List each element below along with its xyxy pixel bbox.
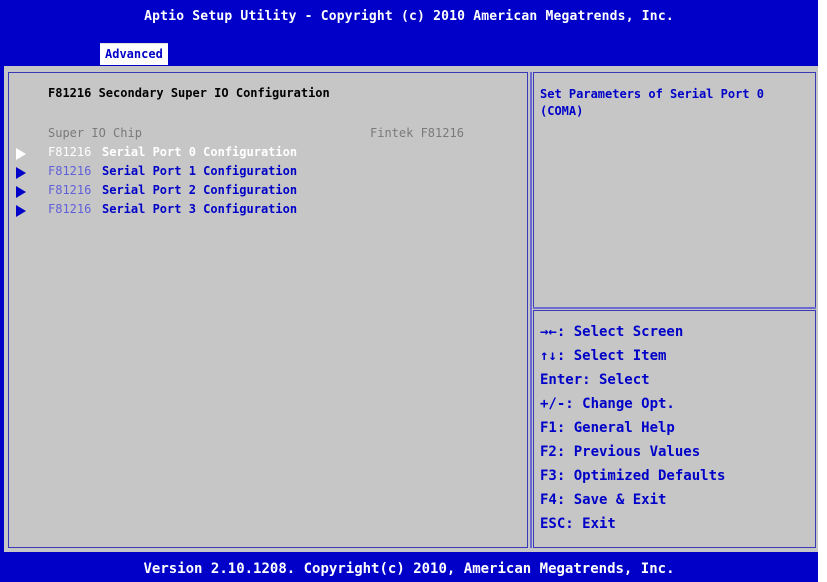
settings-panel [8,72,528,548]
key-hint-select-screen: →←: Select Screen [540,324,684,340]
menu-item-serial-port-1[interactable]: F81216 Serial Port 1 Configuration [0,164,520,182]
menu-item-serial-port-2[interactable]: F81216 Serial Port 2 Configuration [0,183,520,201]
menu-item-label: Serial Port 3 Configuration [102,202,298,216]
menu-item-prefix: F81216 [48,202,92,216]
tab-advanced[interactable]: Advanced [100,43,168,65]
key-hint-previous-values: F2: Previous Values [540,444,701,460]
help-text: Set Parameters of Serial Port 0 (COMA) [540,87,764,118]
menu-item-serial-port-3[interactable]: F81216 Serial Port 3 Configuration [0,202,520,220]
submenu-arrow-icon [16,205,26,217]
panel-divider-vertical [530,72,532,548]
menu-item-prefix: F81216 [48,183,92,197]
menu-item-prefix: F81216 [48,145,92,159]
title-bar: Aptio Setup Utility - Copyright (c) 2010… [144,9,674,24]
menu-item-prefix: F81216 [48,164,92,178]
tab-strip: Advanced [0,34,818,65]
key-hint-exit: ESC: Exit [540,516,616,532]
footer-version: Version 2.10.1208. Copyright(c) 2010, Am… [143,561,675,577]
key-hint-general-help: F1: General Help [540,420,675,436]
super-io-chip-value: Fintek F81216 [370,126,464,140]
key-hint-enter: Enter: Select [540,372,650,388]
panel-divider-horizontal [533,307,816,309]
key-hint-save-exit: F4: Save & Exit [540,492,667,508]
super-io-chip-label: Super IO Chip [48,126,142,140]
section-heading: F81216 Secondary Super IO Configuration [48,86,330,100]
menu-item-label: Serial Port 1 Configuration [102,164,298,178]
submenu-arrow-icon [16,167,26,179]
menu-item-serial-port-0[interactable]: F81216 Serial Port 0 Configuration [0,145,520,163]
key-hint-optimized-defaults: F3: Optimized Defaults [540,468,726,484]
submenu-arrow-icon [16,148,26,160]
key-legend: →←: Select Screen ↑↓: Select Item Enter:… [540,320,810,536]
key-hint-change-opt: +/-: Change Opt. [540,396,675,412]
menu-item-label: Serial Port 2 Configuration [102,183,298,197]
menu-item-label: Serial Port 0 Configuration [102,145,298,159]
key-hint-select-item: ↑↓: Select Item [540,348,667,364]
submenu-arrow-icon [16,186,26,198]
